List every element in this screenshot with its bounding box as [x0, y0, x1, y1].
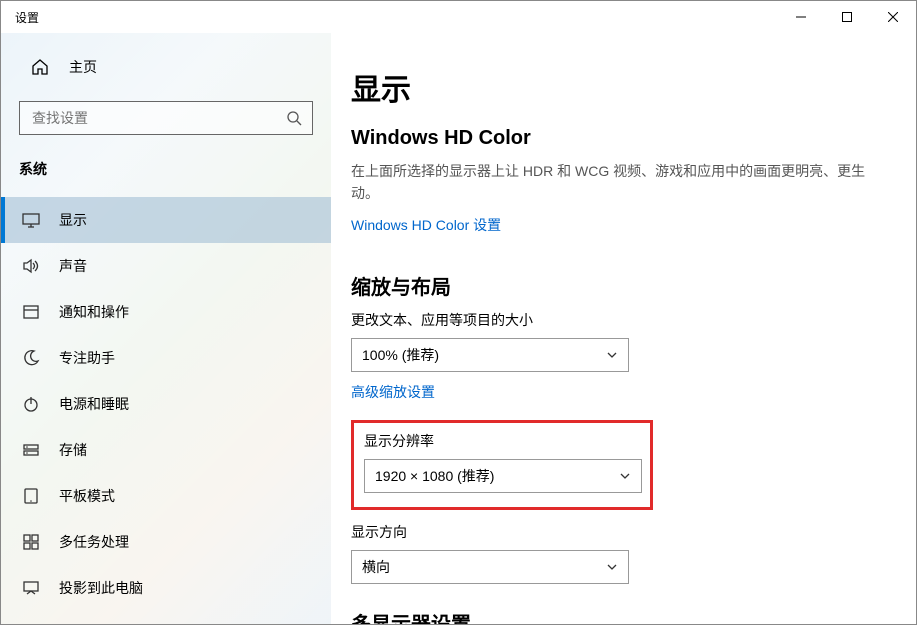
- sidebar-item-tablet-mode[interactable]: 平板模式: [1, 473, 331, 519]
- sidebar-item-label: 电源和睡眠: [59, 394, 129, 414]
- minimize-button[interactable]: [778, 1, 824, 33]
- chevron-down-icon: [606, 561, 618, 573]
- hd-color-desc: 在上面所选择的显示器上让 HDR 和 WCG 视频、游戏和应用中的画面更明亮、更…: [351, 160, 871, 205]
- scale-heading: 缩放与布局: [351, 271, 876, 300]
- sidebar-item-label: 通知和操作: [59, 302, 129, 322]
- main-content: 显示 Windows HD Color 在上面所选择的显示器上让 HDR 和 W…: [331, 33, 916, 624]
- nav-list: 显示 声音 通知和操作: [1, 197, 331, 611]
- minimize-icon: [796, 12, 806, 22]
- resolution-value: 1920 × 1080 (推荐): [375, 466, 494, 486]
- titlebar: 设置: [1, 1, 916, 33]
- text-size-dropdown[interactable]: 100% (推荐): [351, 338, 629, 372]
- search-input[interactable]: [32, 110, 286, 126]
- resolution-dropdown[interactable]: 1920 × 1080 (推荐): [364, 459, 642, 493]
- resolution-label: 显示分辨率: [364, 431, 640, 451]
- chevron-down-icon: [619, 470, 631, 482]
- sidebar-item-notifications[interactable]: 通知和操作: [1, 289, 331, 335]
- settings-window: 设置 主页: [0, 0, 917, 625]
- sidebar-item-label: 声音: [59, 256, 87, 276]
- project-icon: [21, 579, 41, 597]
- sidebar-item-label: 投影到此电脑: [59, 578, 143, 598]
- home-label: 主页: [69, 57, 97, 77]
- sidebar: 主页 系统 显示: [1, 33, 331, 624]
- text-size-label: 更改文本、应用等项目的大小: [351, 310, 876, 330]
- search-box[interactable]: [19, 101, 313, 135]
- sidebar-item-label: 多任务处理: [59, 532, 129, 552]
- search-icon: [286, 110, 302, 126]
- orientation-value: 横向: [362, 557, 390, 577]
- orientation-dropdown[interactable]: 横向: [351, 550, 629, 584]
- sidebar-item-label: 专注助手: [59, 348, 115, 368]
- sidebar-item-multitasking[interactable]: 多任务处理: [1, 519, 331, 565]
- moon-icon: [21, 349, 41, 367]
- sidebar-item-storage[interactable]: 存储: [1, 427, 331, 473]
- tablet-icon: [21, 487, 41, 505]
- category-label: 系统: [1, 153, 331, 197]
- home-button[interactable]: 主页: [1, 47, 331, 87]
- sidebar-item-label: 平板模式: [59, 486, 115, 506]
- advanced-scale-link[interactable]: 高级缩放设置: [351, 382, 435, 402]
- sidebar-item-focus-assist[interactable]: 专注助手: [1, 335, 331, 381]
- window-title: 设置: [15, 9, 39, 26]
- storage-icon: [21, 441, 41, 459]
- page-title: 显示: [351, 65, 876, 109]
- monitor-icon: [21, 211, 41, 229]
- close-button[interactable]: [870, 1, 916, 33]
- window-body: 主页 系统 显示: [1, 33, 916, 624]
- text-size-value: 100% (推荐): [362, 345, 439, 365]
- sidebar-item-power-sleep[interactable]: 电源和睡眠: [1, 381, 331, 427]
- maximize-icon: [842, 12, 852, 22]
- home-icon: [31, 58, 51, 76]
- chevron-down-icon: [606, 349, 618, 361]
- resolution-highlight: 显示分辨率 1920 × 1080 (推荐): [351, 420, 653, 510]
- power-icon: [21, 395, 41, 413]
- sidebar-item-project[interactable]: 投影到此电脑: [1, 565, 331, 611]
- window-controls: [778, 1, 916, 33]
- notification-icon: [21, 303, 41, 321]
- hd-color-heading: Windows HD Color: [351, 127, 876, 150]
- maximize-button[interactable]: [824, 1, 870, 33]
- sound-icon: [21, 257, 41, 275]
- multitask-icon: [21, 533, 41, 551]
- hd-color-link[interactable]: Windows HD Color 设置: [351, 215, 501, 235]
- close-icon: [888, 12, 898, 22]
- sidebar-item-label: 显示: [59, 210, 87, 230]
- orientation-label: 显示方向: [351, 522, 876, 542]
- sidebar-item-display[interactable]: 显示: [1, 197, 331, 243]
- sidebar-item-label: 存储: [59, 440, 87, 460]
- multi-display-heading: 多显示器设置: [351, 608, 876, 624]
- sidebar-item-sound[interactable]: 声音: [1, 243, 331, 289]
